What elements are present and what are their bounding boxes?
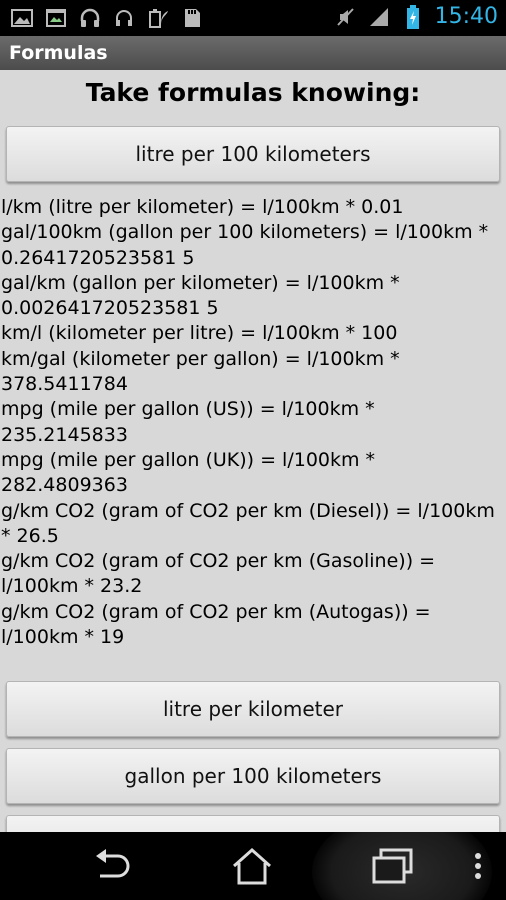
formula-item: mpg (mile per gallon (UK)) = l/100km * 2… — [1, 448, 382, 497]
headset-icon — [112, 6, 136, 30]
page-heading: Take formulas knowing: — [85, 78, 421, 107]
formula-item: g/km CO2 (gram of CO2 per km (Diesel)) =… — [1, 499, 501, 547]
sd-card-icon — [180, 6, 204, 30]
litre-per-kilometer-button[interactable]: litre per kilometer — [6, 681, 500, 737]
headphones-icon — [78, 6, 102, 30]
action-bar-title: Formulas — [9, 42, 108, 64]
formula-item: gal/100km (gallon per 100 kilometers) = … — [1, 221, 495, 269]
battery-leaf-icon — [146, 6, 170, 30]
formula-list: l/km (litre per kilometer) = l/100km * 0… — [1, 195, 505, 650]
gallery-icon — [10, 6, 34, 30]
litre-per-100km-button[interactable]: litre per 100 kilometers — [6, 126, 500, 182]
status-bar: 15:40 — [0, 0, 506, 36]
formula-item: mpg (mile per gallon (US)) = l/100km * 2… — [1, 398, 381, 446]
formula-item: g/km CO2 (gram of CO2 per km (Gasoline))… — [1, 550, 442, 598]
next-formula-button[interactable] — [6, 815, 500, 832]
home-icon[interactable] — [230, 844, 274, 888]
overflow-menu-icon[interactable] — [468, 844, 488, 888]
action-bar: Formulas — [0, 36, 506, 70]
battery-charging-icon — [401, 4, 425, 29]
formula-item: km/l (kilometer per litre) = l/100km * 1… — [1, 322, 398, 345]
signal-icon — [367, 5, 391, 29]
back-icon[interactable] — [90, 844, 134, 888]
mute-icon — [333, 5, 357, 29]
formula-item: l/km (litre per kilometer) = l/100km * 0… — [1, 196, 404, 218]
navigation-bar — [0, 832, 506, 900]
recent-apps-icon[interactable] — [371, 844, 415, 888]
clock-time: 15:40 — [434, 4, 498, 29]
formulas-content[interactable]: Take formulas knowing: litre per 100 kil… — [0, 70, 506, 832]
formula-item: g/km CO2 (gram of CO2 per km (Autogas)) … — [1, 600, 437, 649]
gallon-per-100km-button[interactable]: gallon per 100 kilometers — [6, 748, 500, 804]
screenshot-icon — [44, 6, 68, 30]
formula-item: gal/km (gallon per kilometer) = l/100km … — [1, 271, 406, 320]
formula-item: km/gal (kilometer per gallon) = l/100km … — [1, 347, 406, 396]
